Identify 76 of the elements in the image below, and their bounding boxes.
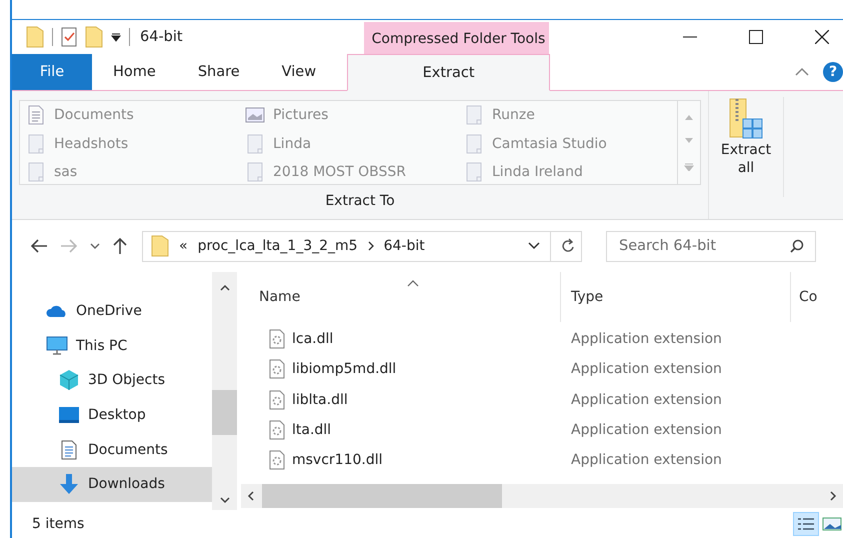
properties-icon[interactable] <box>61 27 77 47</box>
folder-icon <box>26 162 46 182</box>
folder-icon <box>151 235 169 257</box>
file-name[interactable]: msvcr110.dll <box>292 452 383 468</box>
file-type: Application extension <box>571 452 722 468</box>
folder-icon <box>245 162 265 182</box>
dropdown-icon[interactable] <box>111 32 121 42</box>
search-field[interactable]: Search 64-bit <box>606 230 816 262</box>
nav-item[interactable]: 3D Objects <box>12 363 212 398</box>
scrollbar-thumb[interactable] <box>212 390 237 435</box>
context-tab-group: Compressed Folder Tools <box>364 22 549 54</box>
file-name[interactable]: lta.dll <box>292 422 332 438</box>
extract-all-button[interactable]: Extract all <box>709 97 784 197</box>
address-bar[interactable]: « proc_lca_lta_1_3_2_m5 64-bit <box>142 230 582 262</box>
ribbon-tab[interactable]: File <box>12 54 92 90</box>
dll-file-icon <box>269 420 285 440</box>
help-button[interactable]: ? <box>823 62 843 82</box>
folder-icon <box>26 134 46 154</box>
dll-file-icon <box>269 390 285 410</box>
computer-icon <box>46 336 68 356</box>
folder-icon <box>464 105 484 126</box>
nav-item[interactable]: Documents <box>12 432 212 467</box>
recent-dropdown-icon[interactable] <box>90 243 100 249</box>
ribbon-tab[interactable]: Share <box>176 54 261 90</box>
folder-icon <box>245 134 265 154</box>
ribbon-tab[interactable]: View <box>260 54 338 90</box>
breadcrumb[interactable]: proc_lca_lta_1_3_2_m5 <box>198 238 358 254</box>
file-name[interactable]: libiomp5md.dll <box>292 361 396 378</box>
column-header[interactable]: Type <box>571 289 604 305</box>
item-count: 5 items <box>32 516 84 532</box>
overflow-chevron[interactable]: « <box>179 238 188 254</box>
group-label: Extract To <box>325 193 395 209</box>
nav-item[interactable]: Downloads <box>12 466 212 502</box>
maximize-icon[interactable] <box>749 30 763 44</box>
scrollbar-thumb[interactable] <box>262 484 502 508</box>
desktop-icon <box>58 406 80 424</box>
folder-icon <box>464 162 484 182</box>
nav-item[interactable]: This PC <box>12 328 212 364</box>
file-type: Application extension <box>571 422 722 438</box>
cloud-icon <box>46 304 68 318</box>
ribbon-tab[interactable]: Extract <box>347 54 550 91</box>
file-type: Application extension <box>571 361 722 378</box>
scroll-up-icon[interactable] <box>220 284 230 291</box>
chevron-icon[interactable] <box>368 241 374 251</box>
scroll-down-icon[interactable] <box>220 497 230 504</box>
folder-icon <box>464 134 484 154</box>
refresh-icon[interactable] <box>561 238 575 254</box>
breadcrumb[interactable]: 64-bit <box>384 238 425 254</box>
dll-file-icon <box>269 329 285 350</box>
file-name[interactable]: liblta.dll <box>292 392 348 408</box>
file-type: Application extension <box>571 331 722 348</box>
file-type: Application extension <box>571 392 722 408</box>
dll-file-icon <box>269 450 285 470</box>
ribbon-tab[interactable]: Home <box>92 54 177 90</box>
up-icon[interactable] <box>112 237 128 255</box>
cube-icon <box>58 369 80 392</box>
column-header[interactable]: Co <box>799 289 818 305</box>
zip-folder-icon <box>728 97 764 141</box>
dll-file-icon <box>269 359 285 380</box>
details-view-icon[interactable] <box>793 512 819 536</box>
column-header[interactable]: Name <box>259 289 300 305</box>
nav-item[interactable]: Desktop <box>12 398 212 432</box>
document-icon <box>26 105 46 126</box>
search-icon <box>790 238 804 252</box>
sort-icon[interactable] <box>407 280 419 287</box>
file-name[interactable]: lca.dll <box>292 331 334 348</box>
scroll-right-icon[interactable] <box>830 491 837 501</box>
window-title: 64-bit <box>140 29 183 45</box>
download-arrow-icon <box>58 473 80 496</box>
picture-icon <box>245 107 265 124</box>
scroll-left-icon[interactable] <box>247 491 254 501</box>
dropdown-icon[interactable] <box>528 242 540 250</box>
back-icon[interactable] <box>30 239 48 253</box>
nav-item[interactable]: OneDrive <box>12 294 212 329</box>
collapse-ribbon-icon[interactable] <box>795 67 809 77</box>
close-icon[interactable] <box>815 30 829 44</box>
